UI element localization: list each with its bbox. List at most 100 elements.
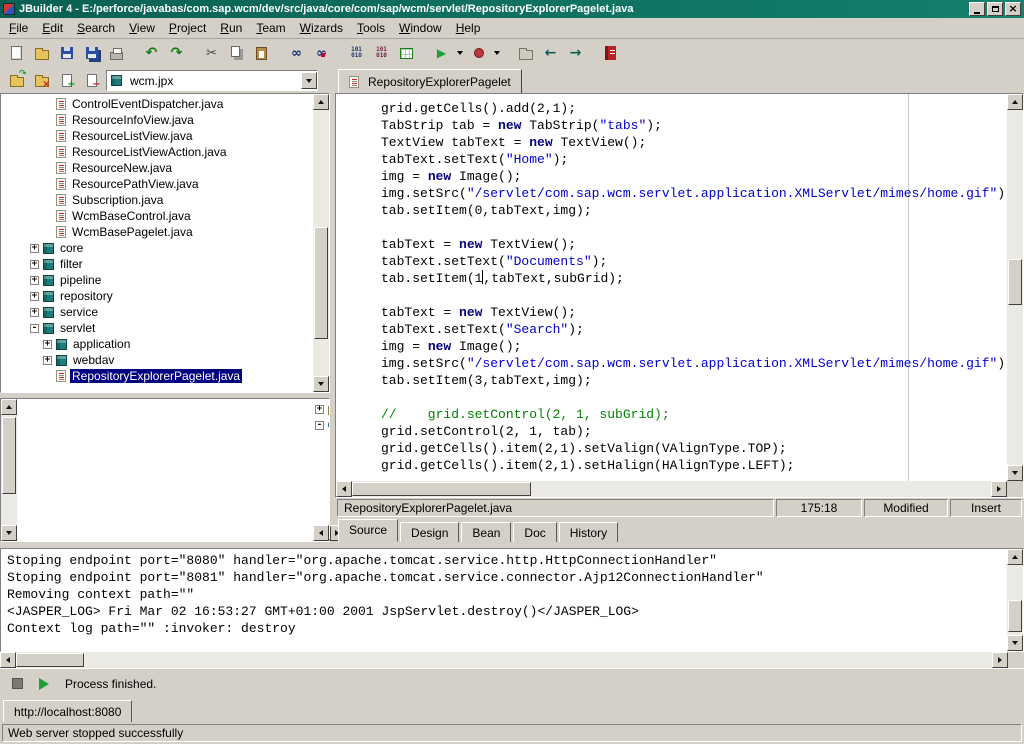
cut-button[interactable]: [199, 41, 224, 65]
scroll-right-button[interactable]: [991, 481, 1007, 497]
expand-icon[interactable]: +: [30, 292, 39, 301]
tree-item-repositoryexplorerpagelet-java[interactable]: RepositoryExplorerPagelet.java: [1, 368, 313, 384]
scroll-left-button[interactable]: [0, 652, 16, 668]
save-all-button[interactable]: [79, 41, 104, 65]
search-button[interactable]: [284, 41, 309, 65]
debug-button[interactable]: [466, 41, 491, 65]
view-tab-design[interactable]: Design: [400, 522, 459, 542]
parent-folder-button[interactable]: [513, 41, 538, 65]
collapse-icon[interactable]: -: [315, 421, 324, 430]
redo-button[interactable]: [164, 41, 189, 65]
run-dropdown[interactable]: [454, 41, 466, 65]
scroll-left-button[interactable]: [313, 525, 329, 541]
doc-tab-repository-explorer-pagelet[interactable]: RepositoryExplorerPagelet: [338, 69, 522, 93]
tree-item-wcmbasecontrol-java[interactable]: WcmBaseControl.java: [1, 208, 313, 224]
forward-button[interactable]: [563, 41, 588, 65]
run-process-button[interactable]: [39, 672, 49, 696]
tree-item-resourcenew-java[interactable]: ResourceNew.java: [1, 160, 313, 176]
menu-project[interactable]: Project: [162, 18, 213, 38]
stop-process-button[interactable]: [12, 672, 23, 696]
view-tab-doc[interactable]: Doc: [513, 522, 556, 542]
save-button[interactable]: [54, 41, 79, 65]
remove-file-button[interactable]: [79, 69, 104, 91]
expand-icon[interactable]: +: [30, 308, 39, 317]
open-file-button[interactable]: [29, 41, 54, 65]
scrollbar-track[interactable]: [352, 481, 991, 497]
scroll-up-button[interactable]: [313, 94, 329, 110]
project-selector-dropdown[interactable]: [301, 72, 317, 89]
minimize-button[interactable]: [969, 2, 985, 16]
close-project-button[interactable]: [29, 69, 54, 91]
undo-button[interactable]: [139, 41, 164, 65]
print-button[interactable]: [104, 41, 129, 65]
tree-item-servlet[interactable]: -servlet: [1, 320, 313, 336]
view-tab-bean[interactable]: Bean: [461, 522, 511, 542]
menu-search[interactable]: Search: [70, 18, 122, 38]
help-button[interactable]: [598, 41, 623, 65]
scroll-up-button[interactable]: [1007, 94, 1023, 110]
tree-item-pipeline[interactable]: +pipeline: [1, 272, 313, 288]
back-button[interactable]: [538, 41, 563, 65]
expand-icon[interactable]: +: [315, 405, 324, 414]
tree-item-imports[interactable]: +Imports: [313, 401, 329, 417]
scrollbar-thumb[interactable]: [16, 653, 84, 667]
scrollbar-track[interactable]: [1, 415, 17, 525]
menu-help[interactable]: Help: [449, 18, 488, 38]
expand-icon[interactable]: +: [30, 276, 39, 285]
scroll-up-button[interactable]: [1007, 549, 1023, 565]
format-code-button[interactable]: [369, 41, 394, 65]
console-scrollbar[interactable]: [1007, 549, 1023, 651]
editor-scrollbar[interactable]: [1007, 94, 1023, 481]
tree-item-wcmbasepagelet-java[interactable]: WcmBasePagelet.java: [1, 224, 313, 240]
scroll-right-button[interactable]: [992, 652, 1008, 668]
view-tab-source[interactable]: Source: [338, 519, 398, 542]
menu-wizards[interactable]: Wizards: [293, 18, 350, 38]
paste-button[interactable]: [249, 41, 274, 65]
tree-item-webdav[interactable]: +webdav: [1, 352, 313, 368]
close-button[interactable]: ×: [1005, 2, 1021, 16]
tree-item-subscription-java[interactable]: Subscription.java: [1, 192, 313, 208]
tree-item-oninitialrequest[interactable]: onInitialRequest(): [313, 497, 329, 513]
editor-hscrollbar[interactable]: [336, 481, 1007, 497]
scroll-up-button[interactable]: [1, 399, 17, 415]
tree-item-resourceinfoview-java[interactable]: ResourceInfoView.java: [1, 112, 313, 128]
expand-icon[interactable]: +: [43, 340, 52, 349]
collapse-icon[interactable]: -: [30, 324, 39, 333]
tree-item-oninfo-controlevent-event[interactable]: onInfo(ControlEvent event): [313, 481, 329, 497]
maximize-button[interactable]: [987, 2, 1003, 16]
scrollbar-track[interactable]: [313, 110, 329, 376]
tree-item-wcmbasepagelet[interactable]: WcmBasePagelet: [313, 433, 329, 449]
project-tree[interactable]: ControlEventDispatcher.javaResourceInfoV…: [1, 94, 313, 392]
menu-team[interactable]: Team: [249, 18, 292, 38]
structure-scrollbar[interactable]: [1, 399, 17, 541]
tree-item-core[interactable]: +core: [1, 240, 313, 256]
tree-item-application[interactable]: +application: [1, 336, 313, 352]
new-file-button[interactable]: [4, 41, 29, 65]
tree-item-resourcelistview-java[interactable]: ResourceListView.java: [1, 128, 313, 144]
run-button[interactable]: [429, 41, 454, 65]
tree-item-resourcepathview-java[interactable]: ResourcePathView.java: [1, 176, 313, 192]
add-file-button[interactable]: [54, 69, 79, 91]
project-tree-scrollbar[interactable]: [313, 94, 329, 392]
console-tab-localhost[interactable]: http://localhost:8080: [3, 700, 132, 722]
console-output[interactable]: Stoping endpoint port="8080" handler="or…: [1, 549, 1007, 651]
scroll-down-button[interactable]: [1007, 465, 1023, 481]
scrollbar-thumb[interactable]: [329, 526, 331, 540]
tree-item-onnewfolder-controlevent-event[interactable]: onNewFolder(ControlEvent event): [313, 513, 329, 525]
console-hscrollbar[interactable]: [0, 652, 1024, 668]
scrollbar-thumb[interactable]: [352, 482, 531, 496]
search-replace-button[interactable]: [309, 41, 334, 65]
expand-icon[interactable]: +: [30, 260, 39, 269]
scrollbar-thumb[interactable]: [1008, 259, 1022, 305]
scroll-down-button[interactable]: [1, 525, 17, 541]
scrollbar-thumb[interactable]: [314, 227, 328, 339]
tree-item-repositoryexplorerpagelet[interactable]: RepositoryExplorerPagelet(): [313, 449, 329, 465]
menu-file[interactable]: File: [2, 18, 35, 38]
structure-hscrollbar[interactable]: [313, 525, 329, 541]
scroll-down-button[interactable]: [313, 376, 329, 392]
tree-item-controleventdispatcher-java[interactable]: ControlEventDispatcher.java: [1, 96, 313, 112]
scrollbar-thumb[interactable]: [1008, 600, 1022, 632]
debug-dropdown[interactable]: [491, 41, 503, 65]
scrollbar-track[interactable]: [1007, 565, 1023, 635]
structure-tree[interactable]: +Imports-RepositoryExplorerPageletWcmBas…: [313, 399, 329, 525]
